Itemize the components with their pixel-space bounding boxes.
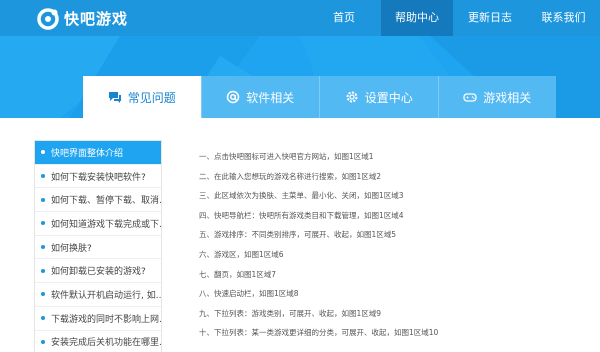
sidebar-item-label: 如何知道游戏下载完成或下...	[51, 219, 161, 230]
tab-faq[interactable]: 常见问题	[83, 76, 201, 118]
sidebar-item-label: 软件默认开机启动运行, 如...	[51, 290, 161, 301]
sidebar-item-autostart[interactable]: 软件默认开机启动运行, 如...	[35, 283, 161, 307]
bullet-icon	[41, 339, 45, 344]
main-nav: 首页 帮助中心 更新日志 联系我们	[307, 0, 600, 36]
sidebar-item-interface-intro[interactable]: 快吧界面整体介绍	[35, 141, 161, 165]
sidebar-item-label: 安装完成后关机功能在哪里...	[51, 338, 161, 349]
bullet-icon	[41, 245, 45, 250]
sidebar-item-label: 下载游戏的同时不影响上网...	[51, 314, 161, 325]
bullet-icon	[41, 316, 45, 321]
faq-sidebar: 快吧界面整体介绍 如何下载安装快吧软件? 如何下载、暂停下载、取消... 如何知…	[34, 140, 162, 352]
sidebar-item-download-status[interactable]: 如何知道游戏下载完成或下...	[35, 212, 161, 236]
sidebar-item-download-network[interactable]: 下载游戏的同时不影响上网...	[35, 307, 161, 331]
nav-changelog[interactable]: 更新日志	[453, 0, 527, 36]
logo-icon[interactable]	[37, 8, 59, 30]
sidebar-item-skin[interactable]: 如何换肤?	[35, 236, 161, 260]
content-line: 二、在此输入您想玩的游戏名称进行搜索，如图1区域2	[199, 171, 382, 181]
sidebar-item-label: 如何下载安装快吧软件?	[51, 172, 146, 183]
content-line: 四、快吧导航栏：快吧所有游戏类目和下载管理，如图1区域4	[199, 210, 404, 220]
tab-settings[interactable]: 设置中心	[319, 76, 438, 118]
tab-bar: 常见问题 软件相关 设置中心 游戏相关	[83, 76, 556, 118]
bullet-icon	[41, 174, 45, 179]
bullet-icon	[41, 221, 45, 226]
content-line: 九、下拉列表：游戏类别，可展开、收起，如图1区域9	[199, 308, 382, 318]
sidebar-item-label: 如何换肤?	[51, 243, 92, 254]
faq-content: 一、点击快吧图标可进入快吧官方网站，如图1区域1 二、在此输入您想玩的游戏名称进…	[199, 151, 579, 347]
sidebar-item-shutdown[interactable]: 安装完成后关机功能在哪里...	[35, 331, 161, 352]
nav-contact[interactable]: 联系我们	[527, 0, 600, 36]
logo-text[interactable]: 快吧游戏	[64, 8, 128, 29]
chat-icon	[108, 92, 121, 103]
content-line: 一、点击快吧图标可进入快吧官方网站，如图1区域1	[199, 152, 374, 161]
bullet-icon	[41, 292, 45, 297]
sidebar-item-download-control[interactable]: 如何下载、暂停下载、取消...	[35, 188, 161, 213]
top-navbar: 快吧游戏 首页 帮助中心 更新日志 联系我们	[0, 0, 600, 36]
nav-help-center[interactable]: 帮助中心	[381, 0, 453, 36]
tab-software-label: 软件相关	[246, 90, 295, 105]
bullet-icon	[41, 197, 45, 202]
bullet-icon	[41, 150, 45, 155]
tab-faq-label: 常见问题	[127, 90, 176, 105]
sidebar-item-label: 如何卸载已安装的游戏?	[51, 267, 146, 278]
nav-home[interactable]: 首页	[307, 0, 381, 36]
tab-software[interactable]: 软件相关	[200, 76, 319, 118]
content-line: 三、此区域依次为换肤、主菜单、最小化、关闭，如图1区域3	[199, 191, 404, 201]
tab-games[interactable]: 游戏相关	[437, 76, 556, 118]
gear-icon	[346, 91, 358, 103]
content-line: 五、游戏排序：不同类别排序，可展开、收起，如图1区域5	[199, 230, 397, 240]
content-line: 十、下拉列表：某一类游戏更详细的分类，可展开、收起，如图1区域10	[199, 328, 439, 338]
content-line: 八、快速启动栏，如图1区域8	[199, 289, 299, 299]
sidebar-item-label: 如何下载、暂停下载、取消...	[51, 196, 161, 207]
content-line: 七、翻页，如图1区域7	[199, 269, 277, 279]
at-icon	[226, 90, 240, 104]
sidebar-item-uninstall[interactable]: 如何卸载已安装的游戏?	[35, 259, 161, 284]
sidebar-item-label: 快吧界面整体介绍	[51, 148, 124, 159]
tab-settings-label: 设置中心	[364, 90, 413, 105]
content-line: 六、游戏区，如图1区域6	[199, 249, 284, 259]
bullet-icon	[41, 268, 45, 273]
tab-games-label: 游戏相关	[483, 90, 532, 105]
sidebar-item-install[interactable]: 如何下载安装快吧软件?	[35, 165, 161, 189]
gamepad-icon	[463, 93, 477, 102]
